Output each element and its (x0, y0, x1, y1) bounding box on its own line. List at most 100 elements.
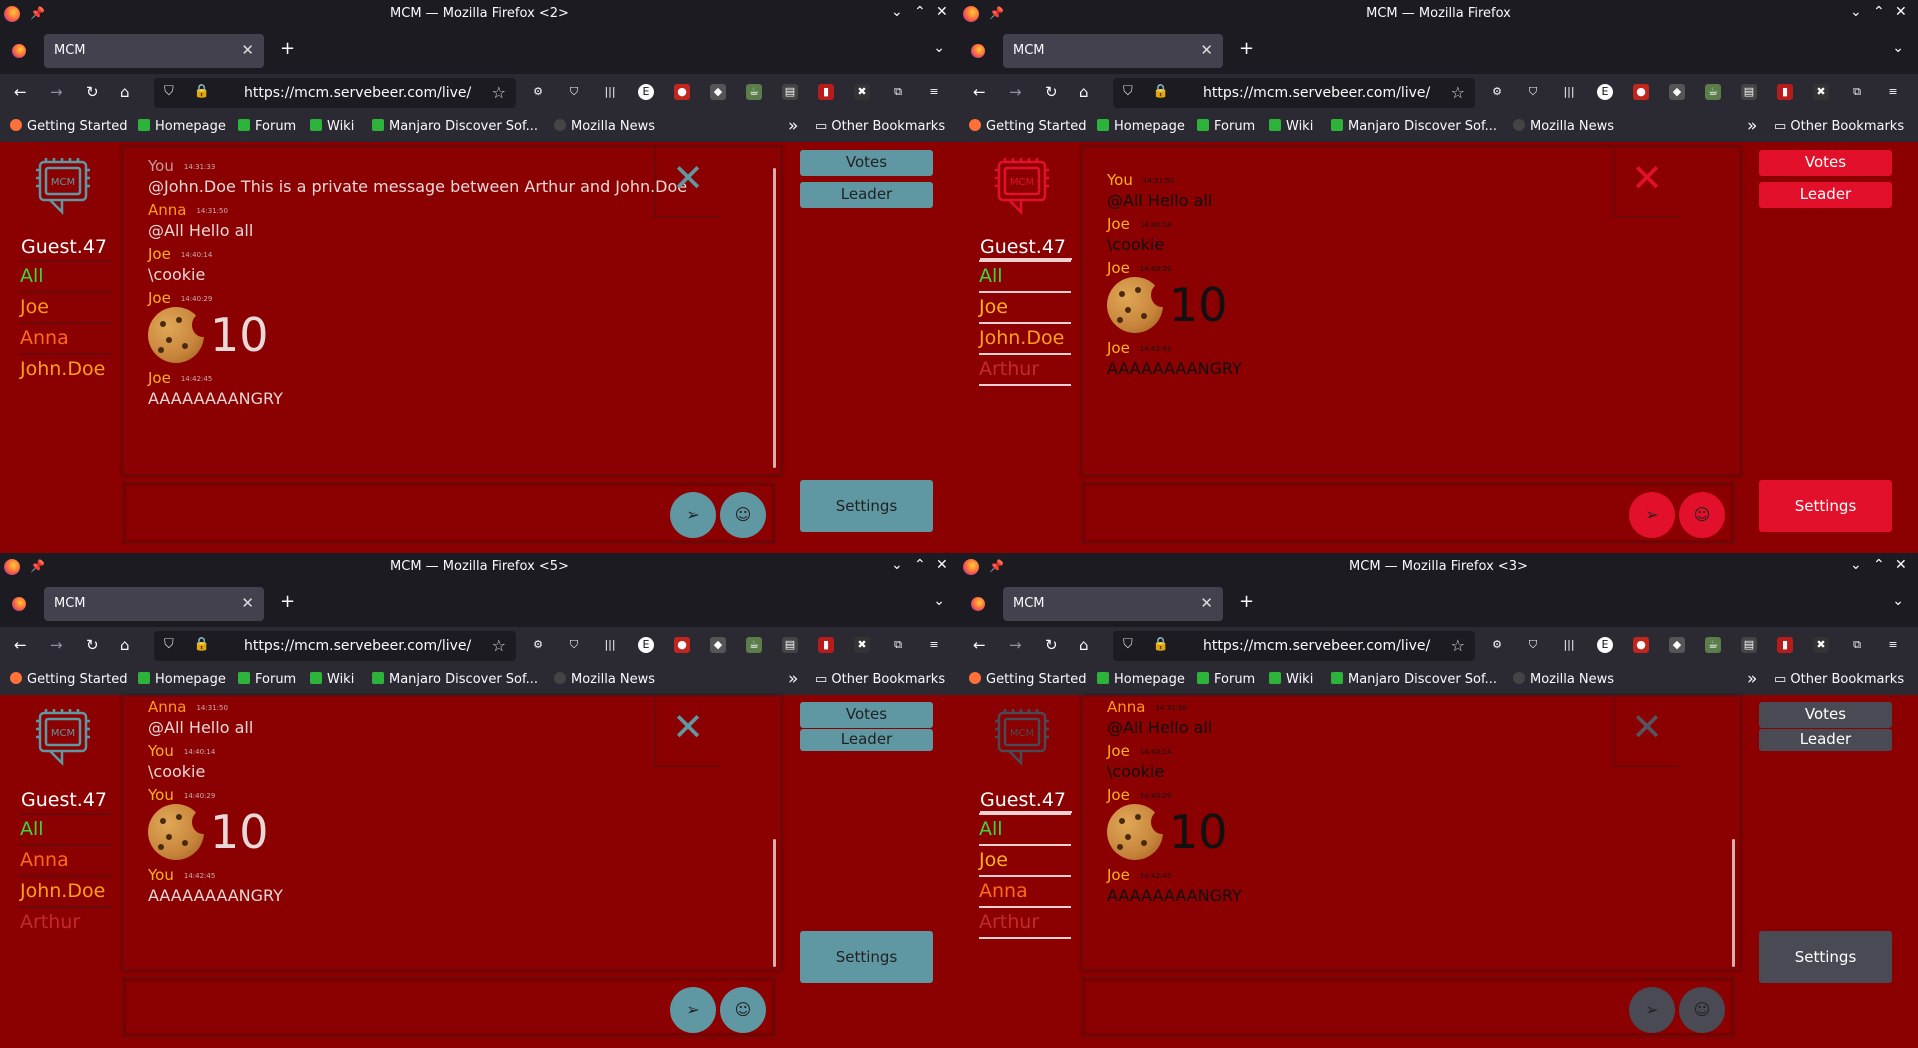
ublock-icon[interactable]: ● (1633, 84, 1649, 100)
ext-reader-icon[interactable]: ▤ (782, 637, 798, 653)
bookmark-item[interactable]: Manjaro Discover Sof... (1331, 672, 1497, 687)
pocket-icon[interactable]: ⛉ (566, 637, 582, 653)
close-chat-button[interactable]: ✕ (654, 148, 720, 218)
minimize-icon[interactable]: ⌄ (891, 557, 903, 573)
settings-button[interactable]: Settings (800, 480, 933, 532)
ext-cup-icon[interactable]: ☕ (1705, 637, 1721, 653)
user-item[interactable]: All (20, 813, 112, 844)
extension-e-icon[interactable]: E (1597, 84, 1613, 100)
message-author[interactable]: You (148, 786, 174, 804)
message-input[interactable]: ➢ ☺ (122, 482, 776, 544)
bookmark-star-icon[interactable]: ☆ (1451, 83, 1465, 102)
minimize-icon[interactable]: ⌄ (1850, 4, 1862, 20)
close-chat-button[interactable]: ✕ (654, 697, 720, 767)
bookmark-star-icon[interactable]: ☆ (492, 83, 506, 102)
message-author[interactable]: Joe (1107, 339, 1130, 357)
bookmark-item[interactable]: Getting Started (969, 672, 1087, 687)
window-titlebar[interactable]: 📌 MCM — Mozilla Firefox <5> ⌄ ⌃ ✕ (0, 553, 959, 581)
maximize-icon[interactable]: ⌃ (914, 557, 926, 573)
tracking-protection-icon[interactable]: ⛉ 🔒 (164, 637, 218, 652)
maximize-icon[interactable]: ⌃ (1873, 557, 1885, 573)
address-bar[interactable]: ⛉ 🔒 https://mcm.servebeer.com/live/ ☆ (154, 631, 516, 661)
votes-button[interactable]: Votes (1759, 702, 1892, 728)
extensions-icon[interactable]: ⧉ (1849, 84, 1865, 100)
tab-list-icon[interactable]: ⌄ (1892, 593, 1904, 609)
emoji-button[interactable]: ☺ (720, 492, 766, 538)
bookmark-item[interactable]: Homepage (138, 119, 226, 134)
bookmark-item[interactable]: Manjaro Discover Sof... (372, 119, 538, 134)
user-item[interactable]: Anna (20, 844, 112, 875)
bookmark-item[interactable]: Wiki (1269, 672, 1313, 687)
ext-gray-icon[interactable]: ◆ (710, 84, 726, 100)
bookmark-star-icon[interactable]: ☆ (1451, 636, 1465, 655)
ext-cross-icon[interactable]: ✖ (854, 84, 870, 100)
ext-notify-icon[interactable]: ▮ (1777, 84, 1793, 100)
send-button[interactable]: ➢ (1629, 492, 1675, 538)
back-icon[interactable]: ← (14, 83, 27, 101)
firefox-view-icon[interactable] (12, 597, 26, 611)
bookmark-item[interactable]: Homepage (1097, 119, 1185, 134)
library-icon[interactable]: ||| (602, 84, 618, 100)
emoji-button[interactable]: ☺ (1679, 987, 1725, 1033)
pocket-icon[interactable]: ⛉ (1525, 637, 1541, 653)
bookmark-item[interactable]: Getting Started (10, 672, 128, 687)
reload-icon[interactable]: ↻ (86, 83, 99, 101)
firefox-view-icon[interactable] (971, 597, 985, 611)
bookmark-item[interactable]: Getting Started (10, 119, 128, 134)
message-input[interactable]: ➢ ☺ (1081, 482, 1735, 544)
tracking-protection-icon[interactable]: ⛉ 🔒 (1123, 637, 1177, 652)
new-tab-icon[interactable]: + (280, 591, 295, 612)
message-author[interactable]: Joe (1107, 786, 1130, 804)
votes-button[interactable]: Votes (800, 150, 933, 176)
user-item[interactable]: Arthur (20, 906, 112, 937)
bookmark-item[interactable]: Getting Started (969, 119, 1087, 134)
maximize-icon[interactable]: ⌃ (1873, 4, 1885, 20)
other-bookmarks[interactable]: ▭ Other Bookmarks (815, 672, 945, 687)
reload-icon[interactable]: ↻ (1045, 83, 1058, 101)
tab-close-icon[interactable]: ✕ (1200, 41, 1213, 59)
tab-mcm[interactable]: MCM ✕ (1003, 587, 1223, 621)
close-window-icon[interactable]: ✕ (936, 4, 948, 20)
forward-icon[interactable]: → (1009, 636, 1022, 654)
address-bar[interactable]: ⛉ 🔒 https://mcm.servebeer.com/live/ ☆ (1113, 78, 1475, 108)
message-author[interactable]: Joe (1107, 259, 1130, 277)
bookmark-item[interactable]: Mozilla News (554, 672, 655, 687)
library-icon[interactable]: ||| (1561, 84, 1577, 100)
forward-icon[interactable]: → (50, 636, 63, 654)
user-item[interactable]: Joe (20, 291, 112, 322)
extension-e-icon[interactable]: E (638, 84, 654, 100)
other-bookmarks[interactable]: ▭ Other Bookmarks (1774, 672, 1904, 687)
bookmarks-overflow-icon[interactable]: » (788, 669, 798, 689)
home-icon[interactable]: ⌂ (120, 83, 130, 101)
user-item[interactable]: All (979, 813, 1071, 844)
back-icon[interactable]: ← (14, 636, 27, 654)
minimize-icon[interactable]: ⌄ (891, 4, 903, 20)
message-author[interactable]: Joe (148, 289, 171, 307)
bookmark-item[interactable]: Wiki (310, 119, 354, 134)
send-button[interactable]: ➢ (670, 987, 716, 1033)
reload-icon[interactable]: ↻ (1045, 636, 1058, 654)
tab-mcm[interactable]: MCM ✕ (44, 34, 264, 68)
menu-icon[interactable]: ≡ (1885, 637, 1901, 653)
user-item[interactable]: Anna (979, 875, 1071, 906)
close-chat-button[interactable]: ✕ (1613, 148, 1679, 218)
ext-cup-icon[interactable]: ☕ (746, 637, 762, 653)
emoji-button[interactable]: ☺ (720, 987, 766, 1033)
leader-button[interactable]: Leader (1759, 182, 1892, 208)
window-titlebar[interactable]: 📌 MCM — Mozilla Firefox ⌄ ⌃ ✕ (959, 0, 1918, 28)
ext-gray-icon[interactable]: ◆ (1669, 84, 1685, 100)
firefox-view-icon[interactable] (12, 44, 26, 58)
close-window-icon[interactable]: ✕ (1895, 557, 1907, 573)
message-author[interactable]: Joe (1107, 866, 1130, 884)
votes-button[interactable]: Votes (1759, 150, 1892, 176)
message-author[interactable]: Anna (148, 698, 186, 716)
chat-scrollbar[interactable] (773, 839, 776, 967)
emoji-button[interactable]: ☺ (1679, 492, 1725, 538)
message-author[interactable]: Joe (1107, 215, 1130, 233)
close-window-icon[interactable]: ✕ (936, 557, 948, 573)
tracking-protection-icon[interactable]: ⛉ 🔒 (164, 84, 218, 99)
home-icon[interactable]: ⌂ (120, 636, 130, 654)
settings-icon[interactable]: ⚙ (1489, 84, 1505, 100)
ublock-icon[interactable]: ● (1633, 637, 1649, 653)
extensions-icon[interactable]: ⧉ (890, 637, 906, 653)
